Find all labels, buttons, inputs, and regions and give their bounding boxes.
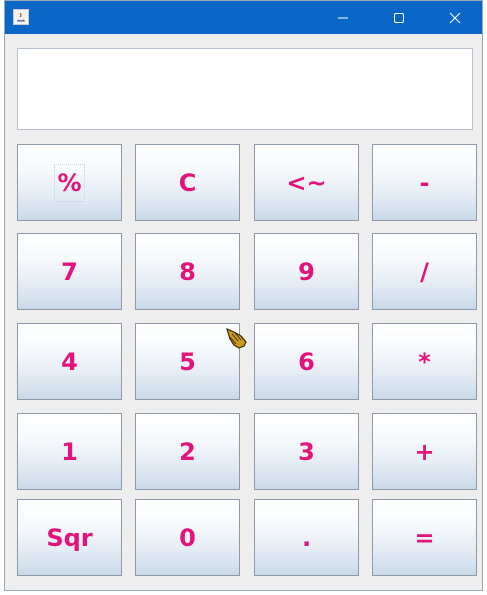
add-button[interactable]: +	[372, 413, 477, 490]
digit-4-button[interactable]: 4	[17, 323, 122, 400]
divide-button[interactable]: /	[372, 233, 477, 310]
digit-9-button[interactable]: 9	[254, 233, 359, 310]
calculator-window: % C <~ - 7 8 9 / 4 5 6 * 1 2 3 + Sqr 0 .…	[4, 0, 483, 591]
equals-button[interactable]: =	[372, 499, 477, 576]
hand-cursor-icon	[224, 326, 250, 352]
minimize-icon	[338, 17, 348, 18]
equals-label: =	[414, 523, 435, 552]
backspace-label: <~	[286, 168, 327, 197]
digit-7-button[interactable]: 7	[17, 233, 122, 310]
digit-2-label: 2	[179, 437, 196, 466]
multiply-button[interactable]: *	[372, 323, 477, 400]
clear-button[interactable]: C	[135, 144, 240, 221]
digit-8-button[interactable]: 8	[135, 233, 240, 310]
digit-8-label: 8	[179, 257, 196, 286]
maximize-button[interactable]	[371, 1, 427, 34]
add-label: +	[414, 437, 435, 466]
decimal-button[interactable]: .	[254, 499, 359, 576]
title-bar[interactable]	[5, 1, 482, 34]
backspace-button[interactable]: <~	[254, 144, 359, 221]
digit-9-label: 9	[298, 257, 315, 286]
close-button[interactable]	[427, 1, 482, 34]
minimize-button[interactable]	[315, 1, 371, 34]
maximize-icon	[394, 12, 404, 23]
close-icon	[449, 12, 461, 23]
percent-button[interactable]: %	[17, 144, 122, 221]
digit-7-label: 7	[61, 257, 78, 286]
digit-5-label: 5	[179, 347, 196, 376]
digit-1-label: 1	[61, 437, 78, 466]
divide-label: /	[420, 257, 429, 286]
java-app-icon[interactable]	[13, 9, 29, 25]
display-field[interactable]	[17, 48, 473, 130]
percent-label: %	[54, 163, 85, 202]
decimal-label: .	[301, 523, 312, 552]
square-button[interactable]: Sqr	[17, 499, 122, 576]
digit-3-button[interactable]: 3	[254, 413, 359, 490]
digit-6-button[interactable]: 6	[254, 323, 359, 400]
clear-label: C	[178, 168, 197, 197]
subtract-button[interactable]: -	[372, 144, 477, 221]
subtract-label: -	[419, 168, 430, 197]
digit-1-button[interactable]: 1	[17, 413, 122, 490]
digit-0-label: 0	[179, 523, 196, 552]
square-label: Sqr	[46, 523, 93, 552]
digit-0-button[interactable]: 0	[135, 499, 240, 576]
digit-2-button[interactable]: 2	[135, 413, 240, 490]
digit-3-label: 3	[298, 437, 315, 466]
digit-4-label: 4	[61, 347, 78, 376]
digit-6-label: 6	[298, 347, 315, 376]
multiply-label: *	[418, 347, 431, 376]
